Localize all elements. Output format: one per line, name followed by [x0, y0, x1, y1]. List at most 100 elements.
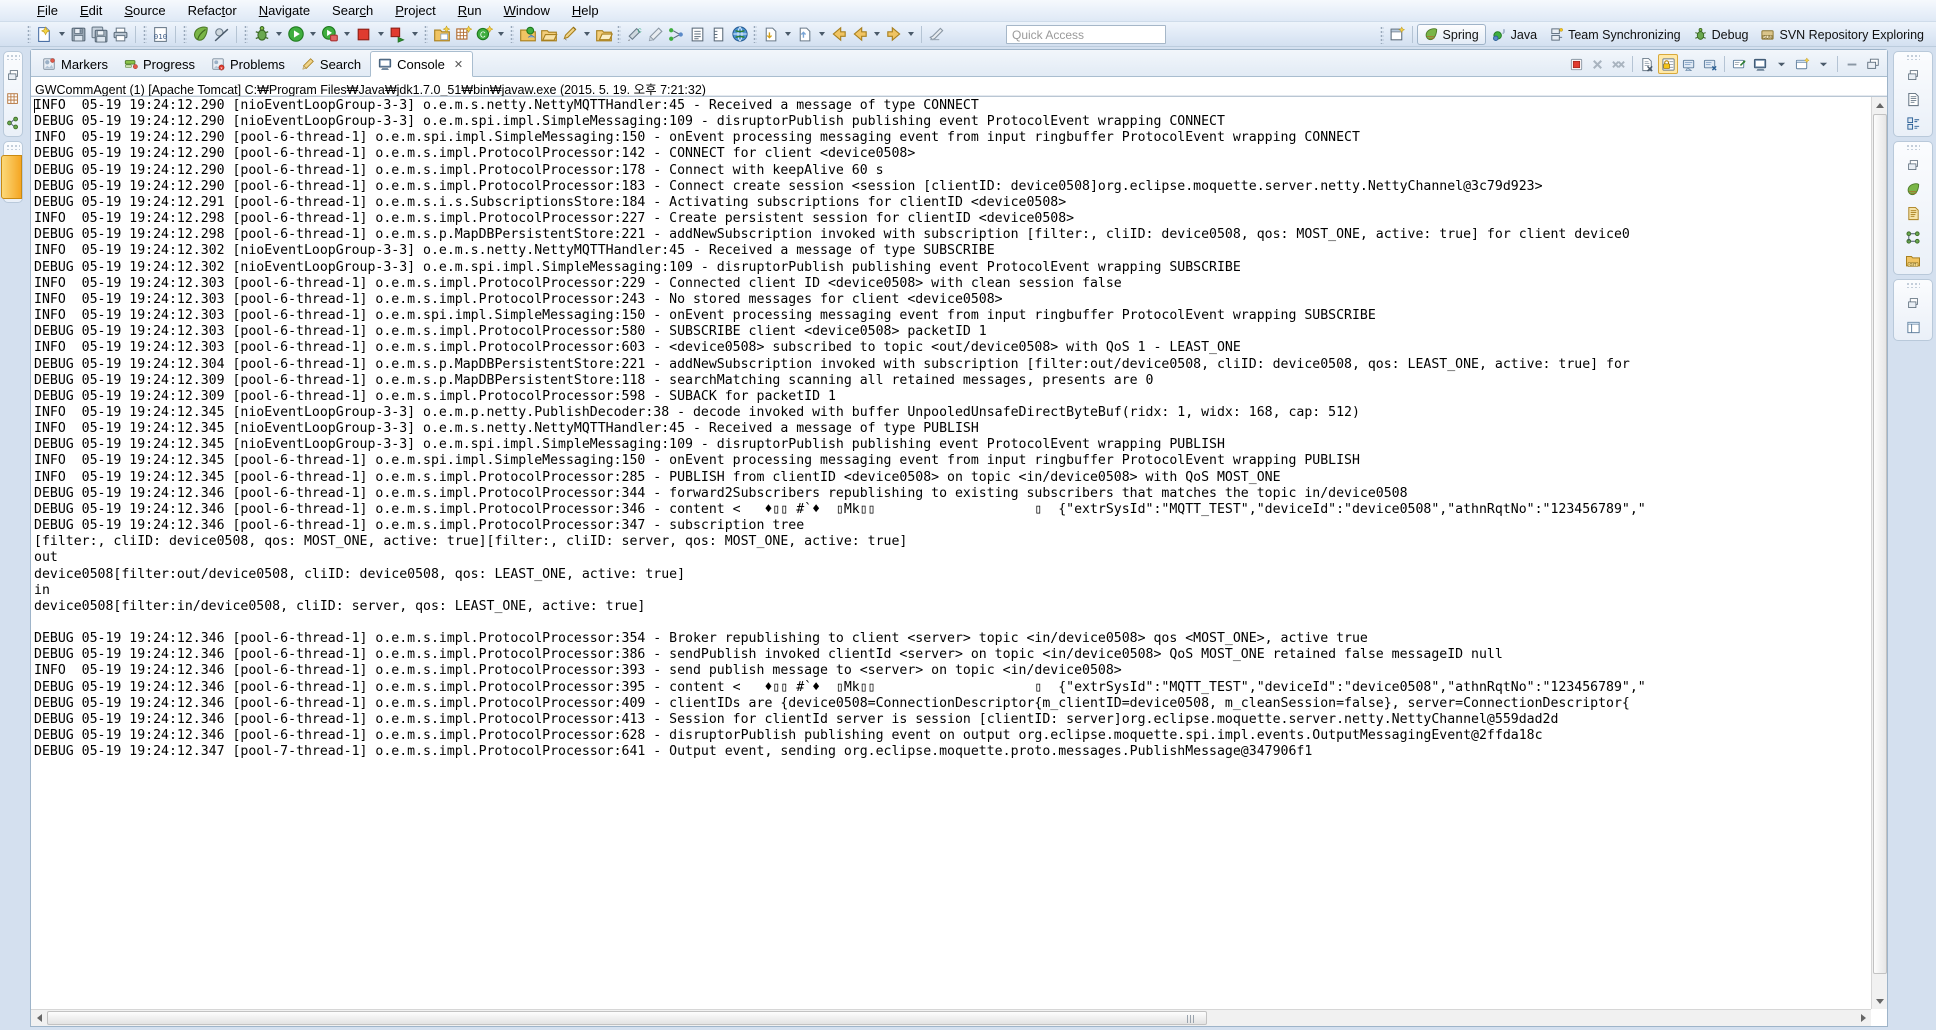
new-class-icon[interactable]: C	[473, 24, 494, 45]
debug-dropdown-icon[interactable]	[272, 24, 285, 45]
menu-item-edit[interactable]: Edit	[69, 1, 113, 20]
quick-access-input[interactable]: Quick Access	[1006, 25, 1166, 44]
run-dropdown-icon[interactable]	[306, 24, 319, 45]
forward-icon[interactable]	[849, 24, 870, 45]
restore-icon[interactable]	[1903, 293, 1923, 313]
menu-item-help[interactable]: Help	[561, 1, 610, 20]
view-tab-console[interactable]: Console ✕	[370, 51, 473, 77]
strip-grip[interactable]	[6, 144, 20, 150]
deactivate-task-icon[interactable]	[593, 24, 614, 45]
terminate-icon[interactable]	[353, 24, 374, 45]
minimize-button[interactable]	[1842, 54, 1862, 74]
minimized-view-marker[interactable]	[1, 155, 22, 199]
searchtask-icon[interactable]: C	[624, 24, 645, 45]
new-java-project-icon[interactable]	[431, 24, 452, 45]
last-edit-location-icon[interactable]	[926, 24, 947, 45]
toolbar-grip[interactable]	[753, 25, 757, 43]
open-type-icon[interactable]	[517, 24, 538, 45]
terminate-dropdown-icon[interactable]	[374, 24, 387, 45]
save-icon[interactable]	[68, 24, 89, 45]
print-icon[interactable]	[110, 24, 131, 45]
terminate-button[interactable]	[1566, 54, 1586, 74]
maximize-button[interactable]	[1863, 54, 1883, 74]
coverage-icon[interactable]	[387, 24, 408, 45]
show-console-on-output-button[interactable]	[1729, 54, 1749, 74]
edit-task-icon[interactable]	[559, 24, 580, 45]
perspective-team-synchronizing[interactable]: Team Synchronizing	[1543, 24, 1687, 45]
save-all-icon[interactable]	[89, 24, 110, 45]
close-icon[interactable]: ✕	[454, 58, 463, 71]
menu-item-window[interactable]: Window	[493, 1, 561, 20]
new-console-view-dropdown[interactable]	[1813, 54, 1833, 74]
spring-beans-icon[interactable]	[1903, 179, 1923, 199]
toolbar-grip[interactable]	[424, 25, 428, 43]
display-selected-console-button[interactable]	[1700, 54, 1720, 74]
new-class-dropdown-icon[interactable]	[494, 24, 507, 45]
globe-icon[interactable]	[729, 24, 750, 45]
console-log-text[interactable]: INFO 05-19 19:24:12.290 [nioEventLoopGro…	[34, 98, 1870, 1026]
remove-all-launches-button[interactable]	[1608, 54, 1628, 74]
toolbar-grip[interactable]	[617, 25, 621, 43]
console-horizontal-scrollbar[interactable]	[31, 1009, 1871, 1026]
scroll-lock-button[interactable]	[1658, 54, 1678, 74]
toolbar-grip[interactable]	[143, 25, 147, 43]
layout-view-icon[interactable]	[1903, 317, 1923, 337]
prev-annotation-icon[interactable]	[794, 24, 815, 45]
console-vertical-scrollbar[interactable]	[1871, 97, 1887, 1009]
menu-item-file[interactable]: FFileile	[26, 1, 69, 20]
menu-item-source[interactable]: Source	[113, 1, 176, 20]
scroll-up-arrow-icon[interactable]	[1872, 97, 1887, 113]
restore-icon[interactable]	[1903, 155, 1923, 175]
strip-grip[interactable]	[6, 54, 20, 60]
perspective-svn-repository-exploring[interactable]: SUN SVN Repository Exploring	[1754, 24, 1930, 45]
pin-console-button[interactable]	[1679, 54, 1699, 74]
coverage-dropdown-icon[interactable]	[408, 24, 421, 45]
remove-launch-button[interactable]	[1587, 54, 1607, 74]
strip-grip[interactable]	[1906, 282, 1920, 288]
perspective-debug[interactable]: Debug	[1687, 24, 1755, 45]
view-tab-markers[interactable]: Markers	[35, 52, 117, 76]
new-wizard-dropdown-icon[interactable]	[55, 24, 68, 45]
strip-grip[interactable]	[1906, 54, 1920, 60]
toolbar-grip[interactable]	[27, 25, 31, 43]
toggle-binary-icon[interactable]: 010	[150, 24, 171, 45]
scroll-right-arrow-icon[interactable]	[1855, 1010, 1871, 1026]
run-icon[interactable]	[285, 24, 306, 45]
console-output-area[interactable]: INFO 05-19 19:24:12.290 [nioEventLoopGro…	[31, 96, 1887, 1026]
ruler-icon[interactable]	[708, 24, 729, 45]
outline-view-icon[interactable]	[1903, 89, 1923, 109]
scroll-left-arrow-icon[interactable]	[31, 1010, 47, 1026]
task-list-icon[interactable]	[1903, 203, 1923, 223]
spring-explorer-icon[interactable]	[3, 113, 23, 133]
toolbar-grip[interactable]	[183, 25, 187, 43]
external-tools-dropdown-icon[interactable]	[340, 24, 353, 45]
properties-view-icon[interactable]	[1903, 113, 1923, 133]
pencil-icon[interactable]	[645, 24, 666, 45]
restore-icon[interactable]	[1903, 65, 1923, 85]
view-tab-search[interactable]: Search	[294, 52, 370, 76]
package-explorer-icon[interactable]	[3, 89, 23, 109]
perspective-bar-grip[interactable]	[1380, 26, 1384, 44]
next-edit-icon[interactable]	[883, 24, 904, 45]
toolbar-grip[interactable]	[510, 25, 514, 43]
git-repositories-icon[interactable]: GIT	[1903, 251, 1923, 271]
menu-item-run[interactable]: Run	[447, 1, 493, 20]
open-perspective-icon[interactable]	[1387, 24, 1408, 45]
edit-task-dropdown-icon[interactable]	[580, 24, 593, 45]
horizontal-scroll-thumb[interactable]	[47, 1011, 1207, 1025]
external-tools-icon[interactable]	[319, 24, 340, 45]
menu-item-refactor[interactable]: Refactor	[177, 1, 248, 20]
new-package-icon[interactable]	[452, 24, 473, 45]
open-console-dropdown[interactable]	[1771, 54, 1791, 74]
open-console-button[interactable]	[1750, 54, 1770, 74]
toolbar-grip[interactable]	[244, 25, 248, 43]
clear-console-button[interactable]	[1637, 54, 1657, 74]
restore-icon[interactable]	[3, 65, 23, 85]
prev-annotation-dropdown-icon[interactable]	[815, 24, 828, 45]
perspective-spring[interactable]: Spring	[1417, 24, 1486, 45]
hierarchy-icon[interactable]	[666, 24, 687, 45]
back-icon[interactable]	[828, 24, 849, 45]
next-annotation-icon[interactable]	[760, 24, 781, 45]
forward-dropdown-icon[interactable]	[870, 24, 883, 45]
hierarchy-view-icon[interactable]	[1903, 227, 1923, 247]
